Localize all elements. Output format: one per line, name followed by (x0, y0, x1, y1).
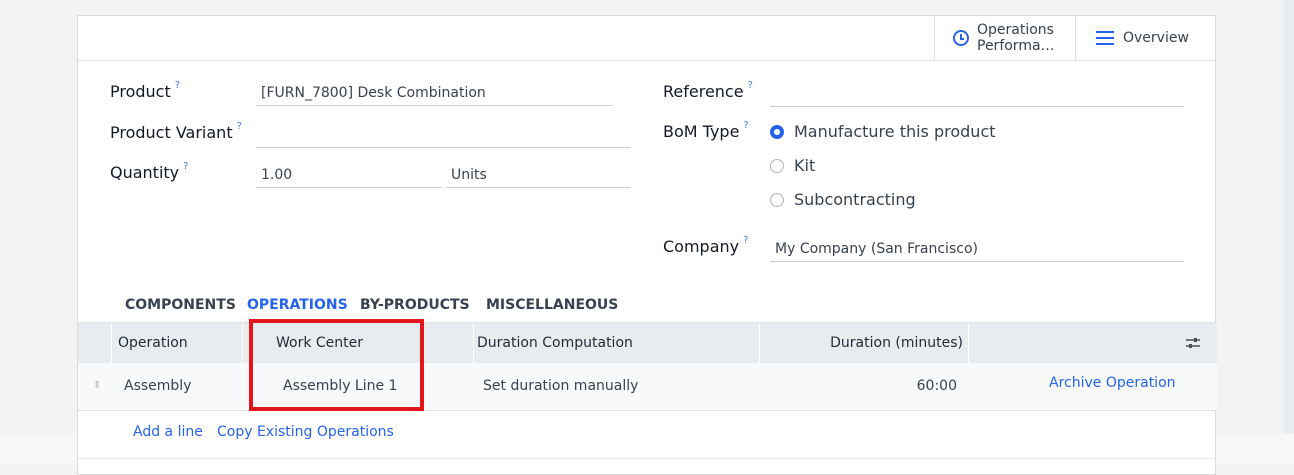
quantity-label: Quantity? (110, 161, 189, 182)
overview-button[interactable]: Overview (1075, 16, 1216, 60)
bom-type-option-kit[interactable]: Kit (770, 156, 815, 175)
radio-icon (770, 158, 784, 173)
drag-handle-icon[interactable]: ⇕ (93, 363, 101, 411)
help-icon[interactable]: ? (175, 80, 180, 91)
bom-type-option-subcontracting[interactable]: Subcontracting (770, 190, 916, 209)
tab-miscellaneous[interactable]: MISCELLANEOUS (486, 297, 618, 313)
bom-form-sheet: Operations Performa… Overview Product? [… (77, 15, 1217, 475)
operations-performance-button[interactable]: Operations Performa… (934, 16, 1075, 60)
clock-icon (953, 30, 969, 46)
operation-cell[interactable]: Assembly (124, 363, 191, 411)
help-icon[interactable]: ? (183, 161, 188, 172)
company-field[interactable]: My Company (San Francisco) (770, 238, 1184, 262)
company-label: Company? (663, 235, 749, 256)
archive-operation-button[interactable]: Archive Operation (1049, 363, 1176, 411)
optional-columns-toggle[interactable] (1178, 323, 1208, 363)
help-icon[interactable]: ? (748, 80, 753, 91)
reference-label: Reference? (663, 80, 753, 101)
scrollbar[interactable] (1284, 0, 1294, 465)
tab-operations[interactable]: OPERATIONS (247, 297, 348, 313)
radio-icon (770, 192, 784, 207)
add-line-row: Add a line Copy Existing Operations (78, 412, 1217, 459)
menu-icon (1096, 31, 1114, 45)
table-row[interactable]: ⇕ Assembly Assembly Line 1 Set duration … (78, 363, 1217, 411)
operations-performance-line1: Operations (977, 22, 1054, 38)
work-center-cell[interactable]: Assembly Line 1 (283, 363, 397, 411)
product-field[interactable]: [FURN_7800] Desk Combination (256, 82, 613, 106)
help-icon[interactable]: ? (743, 120, 748, 131)
duration-cell[interactable]: 60:00 (760, 363, 957, 411)
overview-label: Overview (1123, 30, 1189, 46)
product-label: Product? (110, 80, 181, 101)
reference-field[interactable] (770, 83, 1184, 107)
product-variant-label: Product Variant? (110, 121, 242, 142)
quantity-field[interactable]: 1.00 (256, 164, 442, 188)
copy-existing-operations-link[interactable]: Copy Existing Operations (217, 424, 394, 440)
column-header-operation[interactable]: Operation (112, 323, 243, 363)
column-header-work-center[interactable]: Work Center (243, 323, 474, 363)
operations-table-header: Operation Work Center Duration Computati… (78, 323, 1217, 363)
handle-column-header (78, 323, 112, 363)
bom-type-option-manufacture[interactable]: Manufacture this product (770, 122, 996, 141)
product-variant-field[interactable] (256, 124, 631, 148)
sliders-icon (1186, 338, 1200, 348)
column-header-duration-computation[interactable]: Duration Computation (474, 323, 760, 363)
uom-field[interactable]: Units (446, 164, 631, 188)
operations-performance-line2: Performa… (977, 38, 1055, 54)
header-divider (78, 60, 1215, 61)
add-line-link[interactable]: Add a line (133, 424, 203, 440)
tab-by-products[interactable]: BY-PRODUCTS (360, 297, 470, 313)
help-icon[interactable]: ? (743, 235, 748, 246)
duration-computation-cell[interactable]: Set duration manually (483, 363, 638, 411)
bom-type-label: BoM Type? (663, 120, 749, 141)
column-header-duration[interactable]: Duration (minutes) (760, 323, 969, 363)
help-icon[interactable]: ? (237, 121, 242, 132)
tab-components[interactable]: COMPONENTS (125, 297, 236, 313)
radio-selected-icon (770, 124, 784, 139)
